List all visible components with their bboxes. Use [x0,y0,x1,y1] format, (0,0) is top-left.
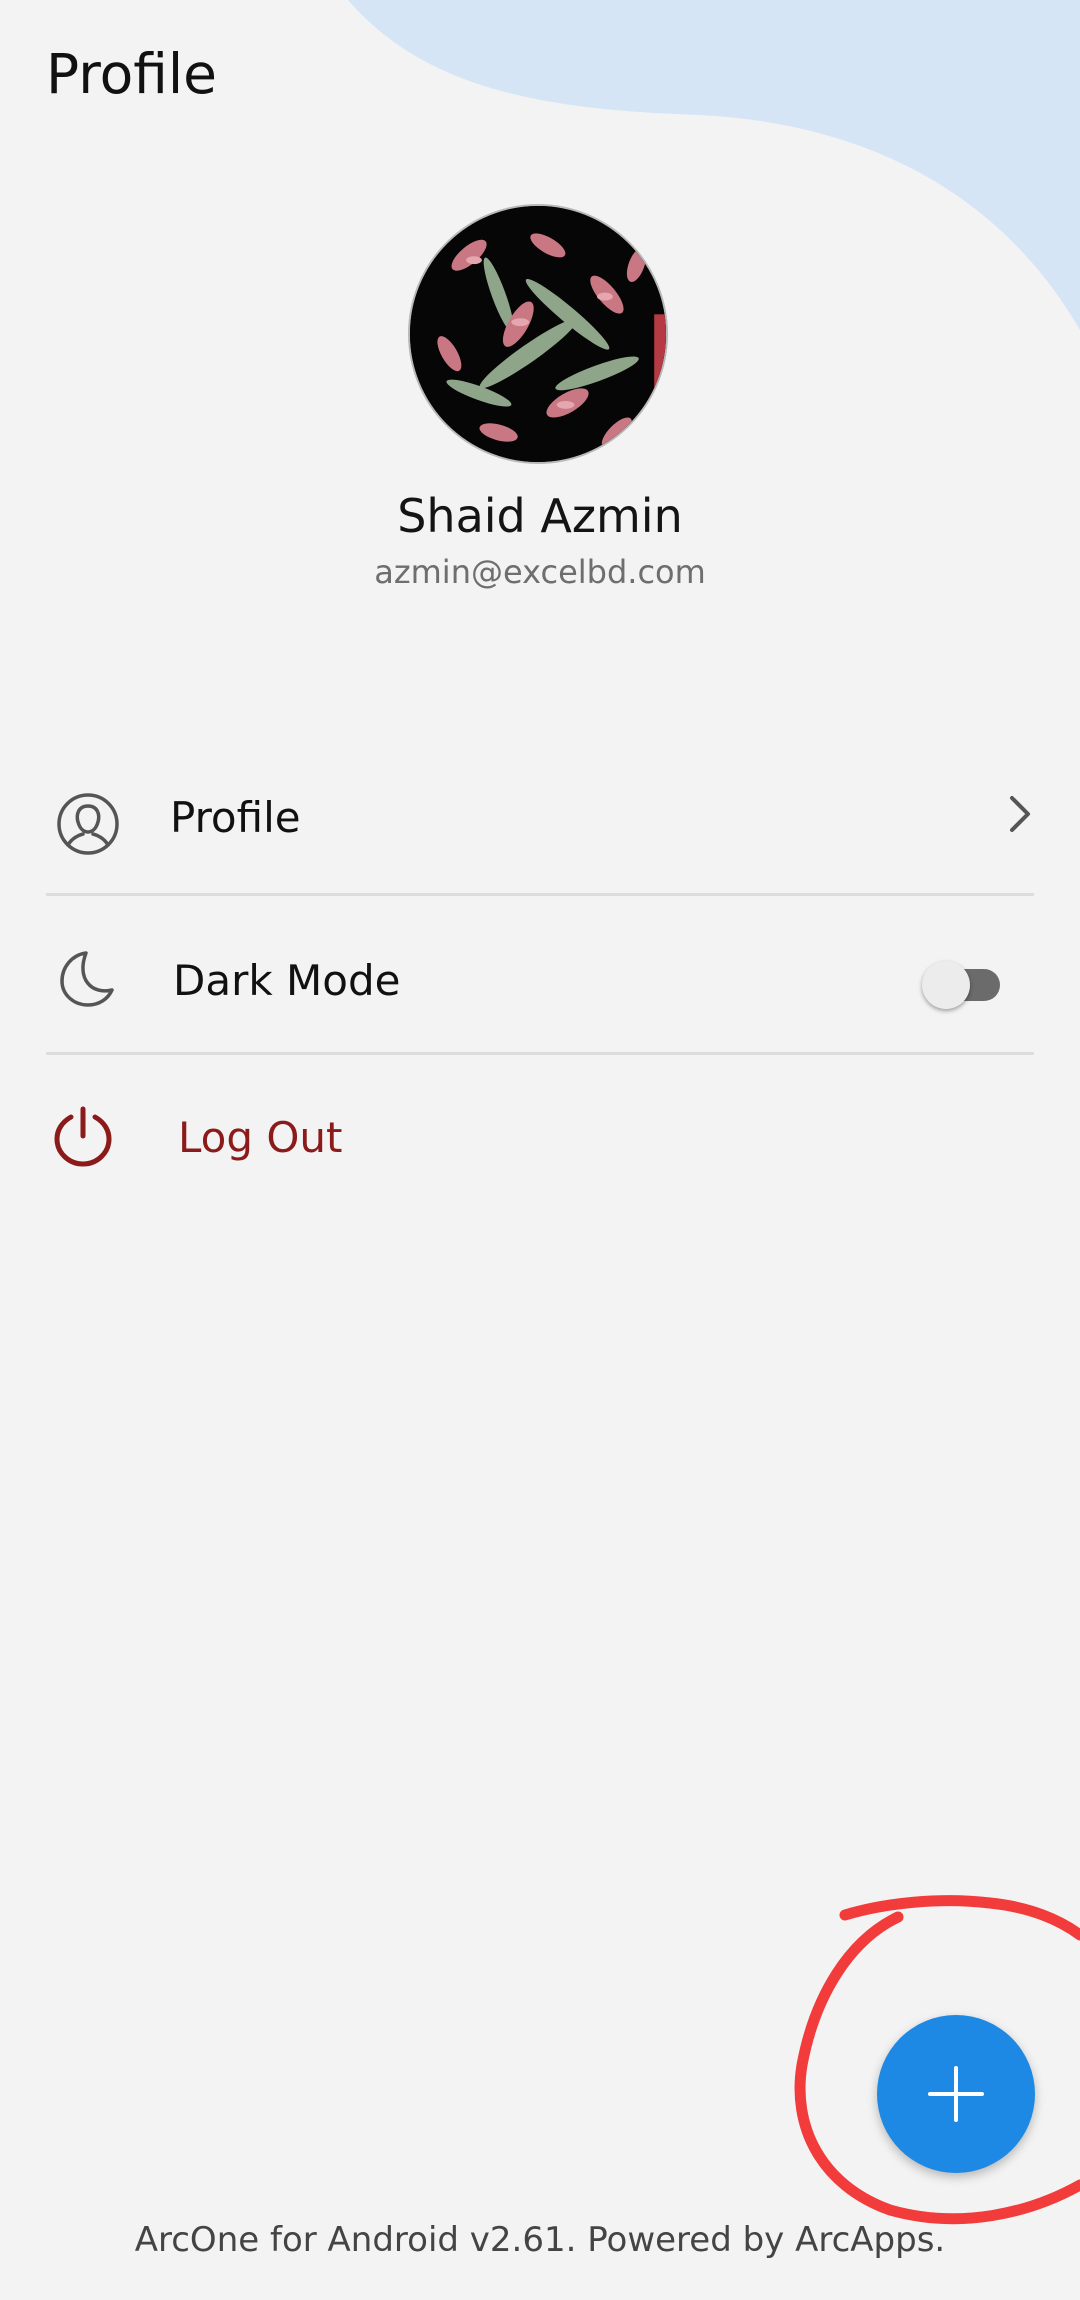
chevron-right-icon [1006,794,1034,838]
power-icon [52,1106,114,1172]
plus-icon [928,2066,984,2122]
add-button[interactable] [877,2015,1035,2173]
avatar[interactable] [408,204,668,464]
moon-icon [56,949,116,1013]
page-title: Profile [46,42,218,106]
menu-item-dark-mode-label: Dark Mode [173,956,401,1005]
avatar-image [410,206,666,462]
toggle-thumb [922,961,970,1009]
footer-version: ArcOne for Android v2.61. Powered by Arc… [134,2220,946,2260]
user-icon [56,792,120,860]
user-email: azmin@excelbd.com [374,553,706,591]
menu-item-logout[interactable]: Log Out [46,1058,1034,1218]
menu-item-dark-mode[interactable]: Dark Mode [46,899,1034,1055]
menu-item-profile[interactable]: Profile [46,760,1034,896]
menu-item-logout-label: Log Out [178,1113,343,1162]
dark-mode-toggle[interactable] [922,959,1004,1011]
menu-item-profile-label: Profile [170,793,301,842]
user-name: Shaid Azmin [397,489,683,543]
